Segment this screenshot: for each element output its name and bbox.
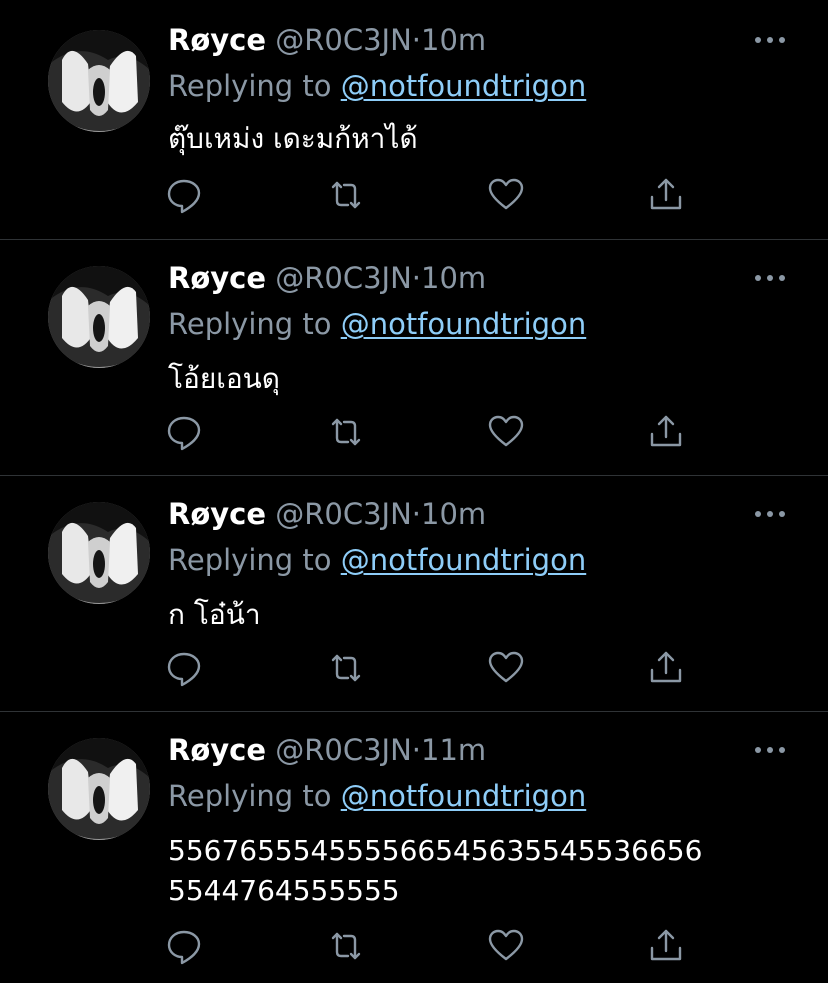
separator: · (411, 733, 422, 767)
like-icon[interactable] (486, 175, 526, 215)
more-icon[interactable] (752, 268, 788, 288)
mention-link[interactable]: @notfoundtrigon (341, 307, 587, 341)
share-icon[interactable] (646, 175, 686, 215)
timestamp[interactable]: 10m (421, 261, 486, 295)
tweet-header: Røyce @R0C3JN·10m (168, 496, 486, 532)
more-icon[interactable] (752, 740, 788, 760)
tweet-text: ตุ๊บเหม่ง เดะมก้หาได้ (168, 122, 418, 155)
more-icon[interactable] (752, 504, 788, 524)
tweet-text: ก โอ๋น้า (168, 598, 261, 631)
separator: · (411, 23, 422, 57)
tweet-header: Røyce @R0C3JN·10m (168, 22, 486, 58)
reply-icon[interactable] (164, 175, 204, 215)
like-icon[interactable] (486, 412, 526, 452)
tweet[interactable]: Røyce @R0C3JN·10m Replying to @notfoundt… (0, 476, 828, 712)
reply-prefix: Replying to (168, 69, 332, 103)
reply-icon[interactable] (164, 412, 204, 452)
handle[interactable]: @R0C3JN (275, 261, 412, 295)
reply-icon[interactable] (164, 648, 204, 688)
display-name[interactable]: Røyce (168, 261, 266, 295)
replying-to: Replying to @notfoundtrigon (168, 68, 586, 104)
handle[interactable]: @R0C3JN (275, 497, 412, 531)
mention-link[interactable]: @notfoundtrigon (341, 543, 587, 577)
tweet-header: Røyce @R0C3JN·11m (168, 732, 486, 768)
like-icon[interactable] (486, 926, 526, 966)
share-icon[interactable] (646, 926, 686, 966)
reply-prefix: Replying to (168, 543, 332, 577)
tweet-text: 5544764555555 (168, 874, 400, 907)
avatar[interactable] (48, 266, 150, 368)
retweet-icon[interactable] (326, 175, 366, 215)
tweet-header: Røyce @R0C3JN·10m (168, 260, 486, 296)
separator: · (411, 261, 422, 295)
display-name[interactable]: Røyce (168, 497, 266, 531)
tweet-text: โอ้ยเอนดุ (168, 362, 280, 395)
retweet-icon[interactable] (326, 926, 366, 966)
handle[interactable]: @R0C3JN (275, 23, 412, 57)
like-icon[interactable] (486, 648, 526, 688)
tweet[interactable]: Røyce @R0C3JN·10m Replying to @notfoundt… (0, 240, 828, 476)
reply-prefix: Replying to (168, 307, 332, 341)
reply-icon[interactable] (164, 926, 204, 966)
mention-link[interactable]: @notfoundtrigon (341, 69, 587, 103)
replying-to: Replying to @notfoundtrigon (168, 542, 586, 578)
separator: · (411, 497, 422, 531)
tweet[interactable]: Røyce @R0C3JN·10m Replying to @notfoundt… (0, 0, 828, 240)
timestamp[interactable]: 10m (421, 497, 486, 531)
display-name[interactable]: Røyce (168, 23, 266, 57)
share-icon[interactable] (646, 412, 686, 452)
replying-to: Replying to @notfoundtrigon (168, 778, 586, 814)
retweet-icon[interactable] (326, 648, 366, 688)
tweet[interactable]: Røyce @R0C3JN·11m Replying to @notfoundt… (0, 712, 828, 983)
avatar[interactable] (48, 738, 150, 840)
timestamp[interactable]: 10m (421, 23, 486, 57)
avatar[interactable] (48, 502, 150, 604)
avatar[interactable] (48, 30, 150, 132)
mention-link[interactable]: @notfoundtrigon (341, 779, 587, 813)
retweet-icon[interactable] (326, 412, 366, 452)
share-icon[interactable] (646, 648, 686, 688)
more-icon[interactable] (752, 30, 788, 50)
display-name[interactable]: Røyce (168, 733, 266, 767)
handle[interactable]: @R0C3JN (275, 733, 412, 767)
replying-to: Replying to @notfoundtrigon (168, 306, 586, 342)
reply-prefix: Replying to (168, 779, 332, 813)
tweet-text: 55676555455556654563554553665​6 (168, 834, 703, 867)
timestamp[interactable]: 11m (421, 733, 486, 767)
